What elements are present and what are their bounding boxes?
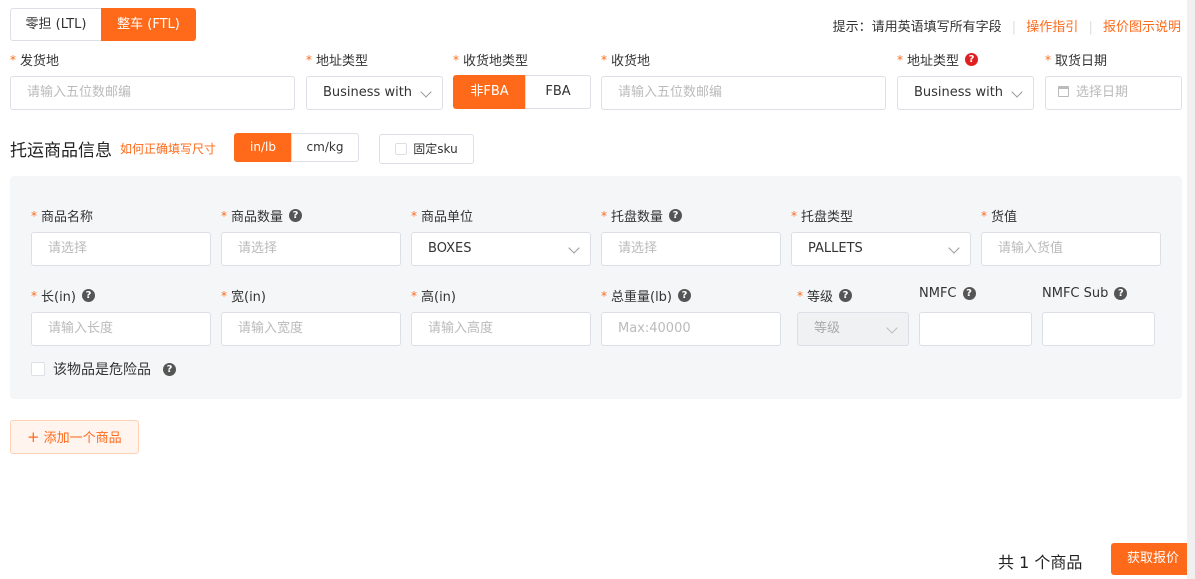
dangerous-goods-row: 该物品是危险品 ? [31,359,176,379]
dest-addr-type-select[interactable]: Business with [897,76,1034,110]
dangerous-goods-label: 该物品是危险品 [53,362,151,378]
cargo-title: 托运商品信息 [10,141,112,161]
width-label: * 宽(in) [221,288,266,306]
length-input[interactable]: 请输入长度 [31,312,211,346]
chevron-down-icon [420,86,432,98]
tab-ltl[interactable]: 零担 (LTL) [10,8,102,41]
select-value: PALLETS [808,241,863,256]
hint-text: 提示：请用英语填写所有字段 [832,20,1002,35]
guide-link[interactable]: 操作指引 [1026,20,1078,35]
select-value: Business with [323,85,413,100]
fixed-sku-label: 固定sku [413,142,458,156]
origin-zip-input[interactable]: 请输入五位数邮编 [10,76,295,110]
item-qty-label: * 商品数量? [221,206,303,225]
date-placeholder: 选择日期 [1076,85,1129,100]
weight-label: * 总重量(lb)? [601,286,692,305]
unit-cm-kg[interactable]: cm/kg [291,133,359,162]
pallet-qty-input[interactable]: 请选择 [601,232,781,266]
grade-select[interactable]: 等级 [797,312,909,346]
pallet-type-select[interactable]: PALLETS [791,232,971,266]
dangerous-goods-checkbox[interactable] [31,362,45,376]
plus-icon: + [27,428,40,446]
pallet-qty-label: * 托盘数量? [601,206,683,225]
dest-type-fba[interactable]: FBA [525,75,591,109]
dest-type-nonfba[interactable]: 非FBA [453,75,526,109]
height-label: * 高(in) [411,288,456,306]
size-help-link[interactable]: 如何正确填写尺寸 [120,140,216,157]
width-input[interactable]: 请输入宽度 [221,312,401,346]
item-qty-input[interactable]: 请选择 [221,232,401,266]
help-icon[interactable]: ? [1114,287,1128,300]
divider: | [1011,20,1017,35]
hint-bar: 提示：请用英语填写所有字段 | 操作指引 | 报价图示说明 [833,16,1181,35]
weight-input[interactable]: Max:40000 [601,312,781,346]
nmfc-sub-input[interactable] [1042,312,1155,346]
select-value: BOXES [428,241,472,256]
pickup-date-label: * 取货日期 [1045,52,1108,70]
dest-addr-type-label: * 地址类型? [897,50,979,69]
help-icon[interactable]: ? [965,53,979,66]
chevron-down-icon [568,242,580,254]
help-icon[interactable]: ? [669,209,683,222]
chevron-down-icon [948,242,960,254]
add-item-label: 添加一个商品 [43,431,122,446]
dest-type-label: * 收货地类型 [453,52,529,70]
item-unit-select[interactable]: BOXES [411,232,591,266]
help-icon[interactable]: ? [962,287,976,300]
add-item-button[interactable]: + 添加一个商品 [10,420,139,454]
dest-label: * 收货地 [601,52,651,70]
tab-ftl[interactable]: 整车 (FTL) [101,8,196,41]
origin-addr-type-select[interactable]: Business with [306,76,443,110]
help-icon[interactable]: ? [839,289,853,302]
value-label: * 货值 [981,208,1018,226]
dest-zip-input[interactable]: 请输入五位数邮编 [601,76,886,110]
chevron-down-icon [1011,86,1023,98]
scrollbar[interactable] [1187,0,1195,579]
help-icon[interactable]: ? [289,209,303,222]
item-count: 共 1 个商品 [998,553,1083,572]
pickup-date-input[interactable]: 选择日期 [1045,76,1182,110]
item-name-label: * 商品名称 [31,208,94,226]
value-input[interactable]: 请输入货值 [981,232,1161,266]
nmfc-sub-label: NMFC Sub? [1042,286,1128,301]
help-icon[interactable]: ? [82,289,95,302]
fixed-sku-toggle[interactable]: 固定sku [379,134,474,164]
item-unit-label: * 商品单位 [411,208,474,226]
get-quote-button[interactable]: 获取报价 [1111,543,1195,575]
divider: | [1088,20,1093,35]
length-label: * 长(in)? [31,286,95,305]
grade-label: * 等级? [797,286,853,305]
nmfc-label: NMFC? [919,286,976,301]
origin-label: * 发货地 [10,52,60,70]
height-input[interactable]: 请输入高度 [411,312,591,346]
nmfc-input[interactable] [919,312,1032,346]
pallet-type-label: * 托盘类型 [791,208,854,226]
origin-addr-type-label: * 地址类型 [306,52,369,70]
select-placeholder: 等级 [814,321,841,336]
quote-illustration-link[interactable]: 报价图示说明 [1103,20,1181,35]
item-name-select[interactable]: 请选择 [31,232,211,266]
calendar-icon [1058,86,1069,97]
select-value: Business with [914,85,1004,100]
chevron-down-icon [886,322,898,334]
unit-in-lb[interactable]: in/lb [234,133,292,162]
fixed-sku-checkbox[interactable] [395,143,408,155]
help-icon[interactable]: ? [678,289,692,302]
help-icon[interactable]: ? [163,362,176,376]
